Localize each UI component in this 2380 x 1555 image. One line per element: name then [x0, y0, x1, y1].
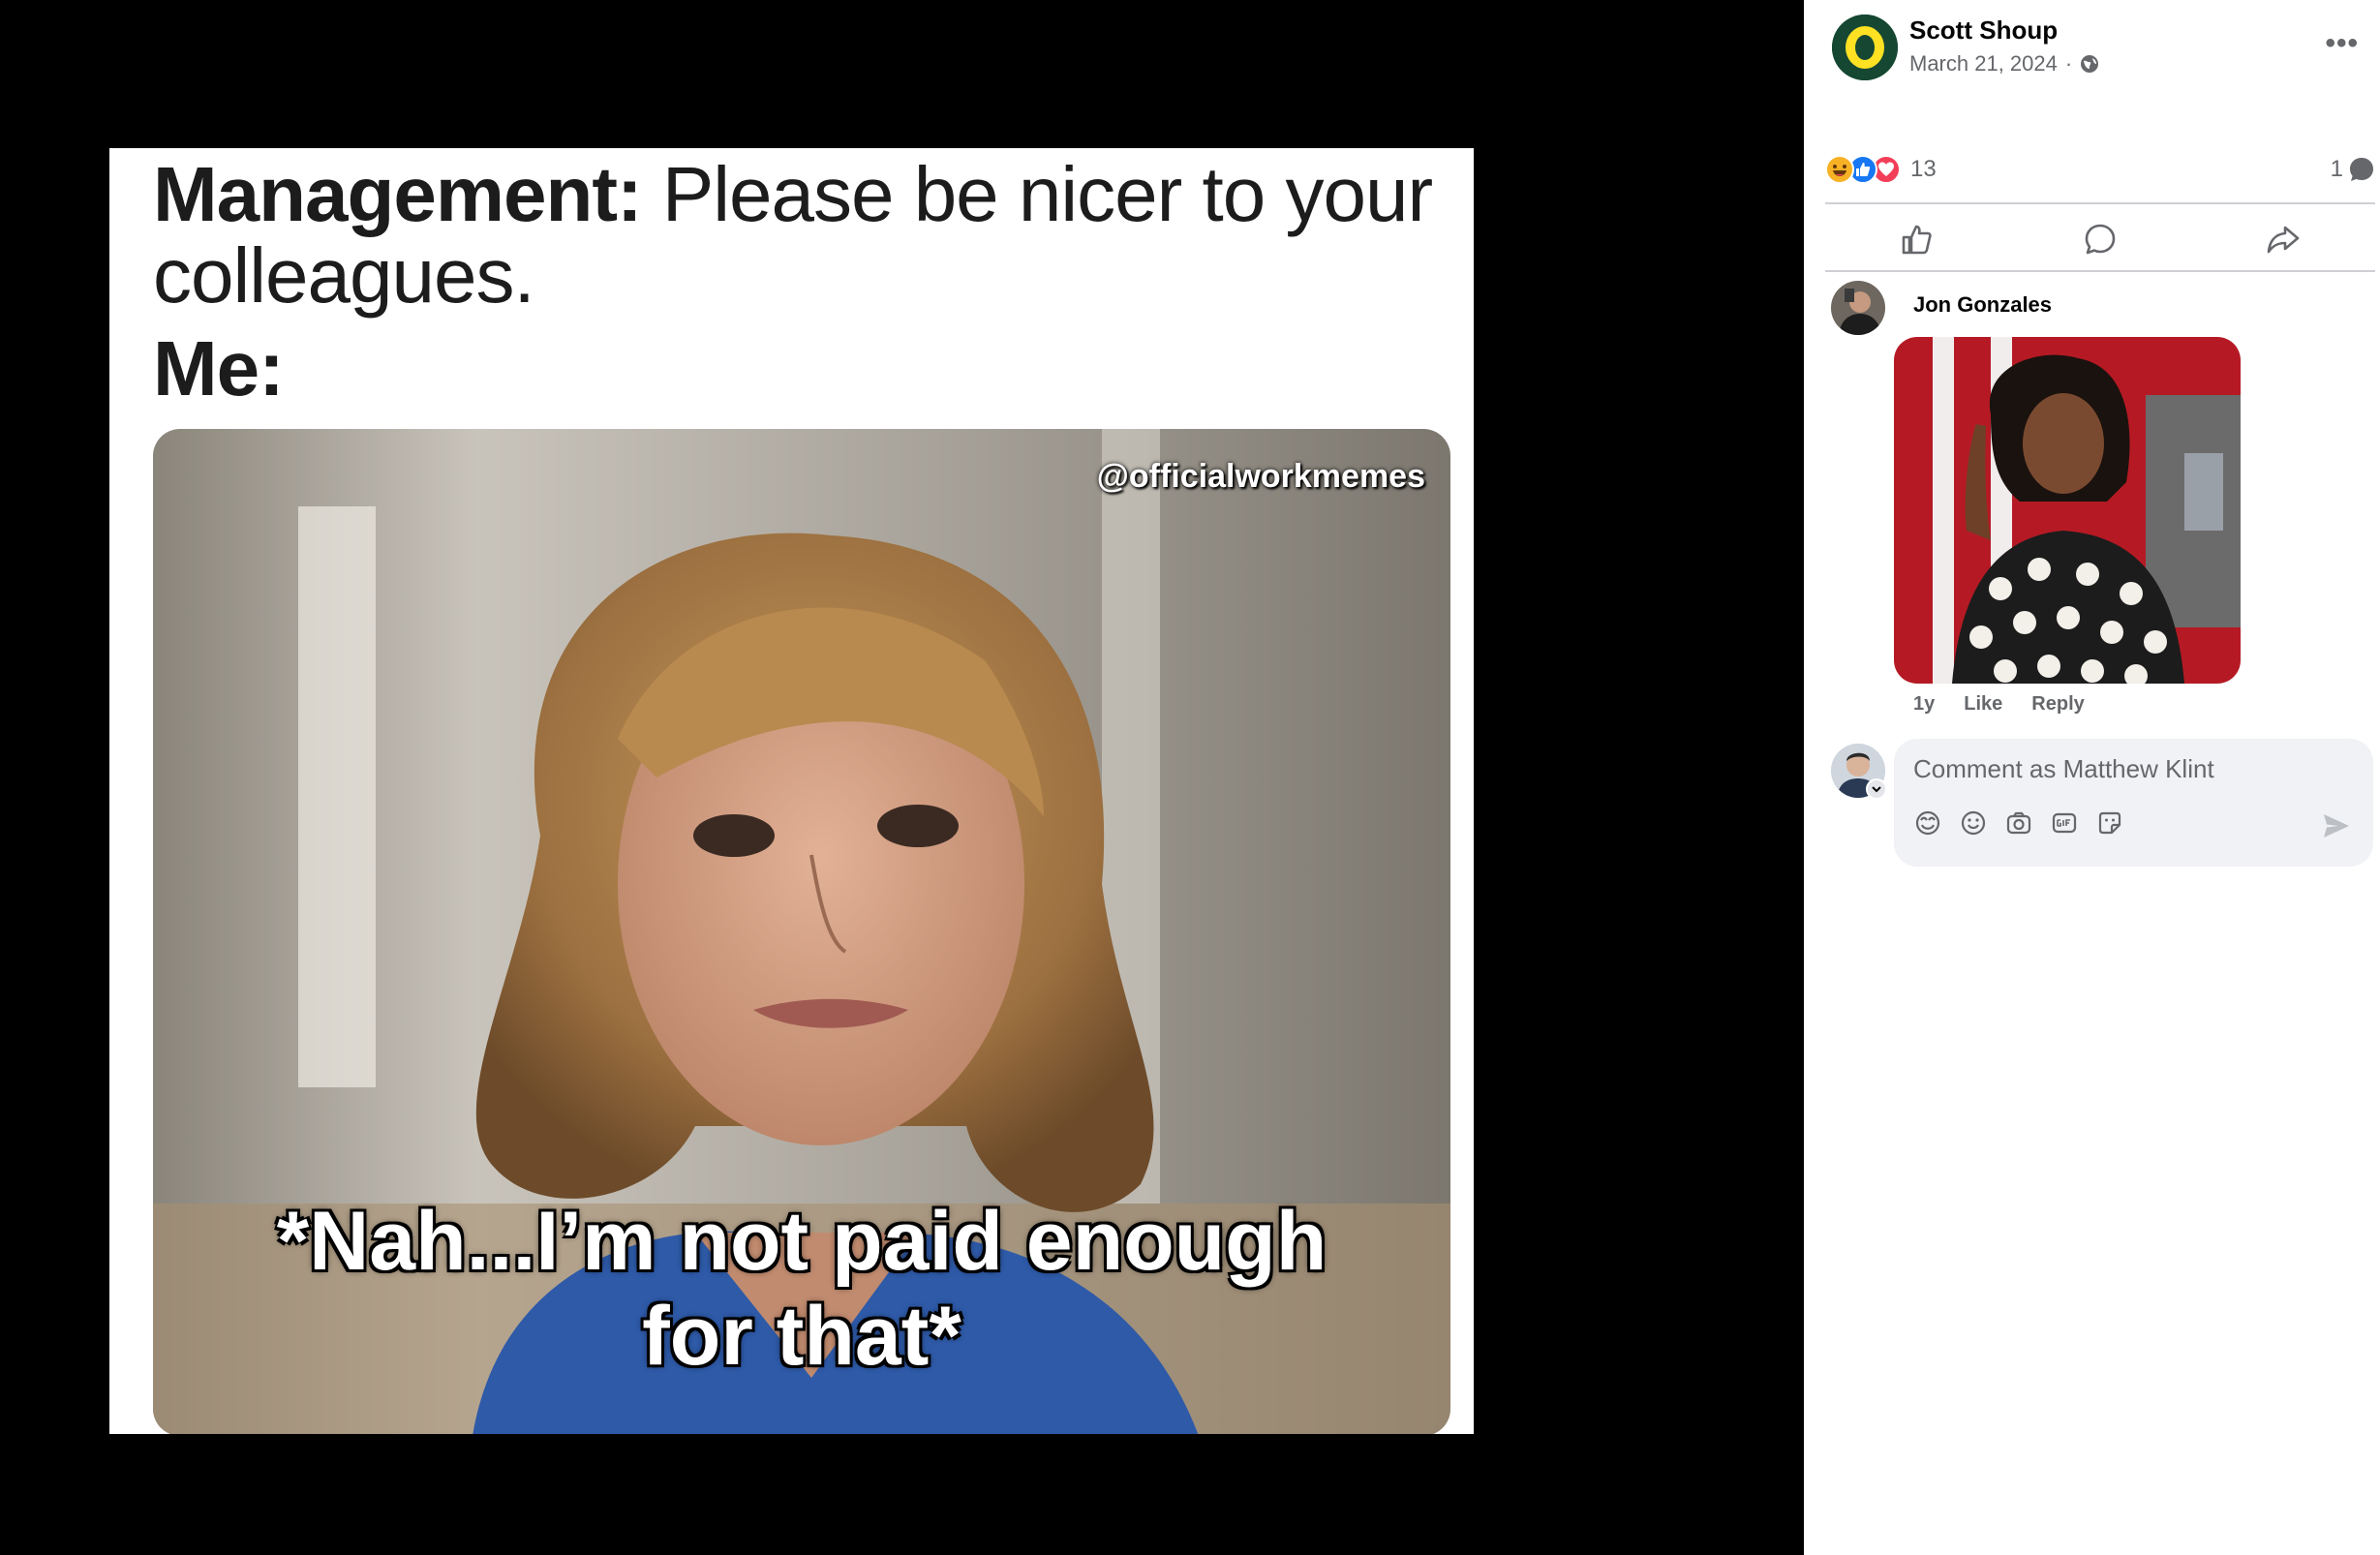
- post-date[interactable]: March 21, 2024: [1909, 51, 2058, 76]
- gif-icon[interactable]: [2050, 808, 2079, 838]
- comment-count[interactable]: 1: [2331, 155, 2376, 184]
- post-side-panel: Scott Shoup March 21, 2024 · ••• 13 1 Jo…: [1804, 0, 2380, 1555]
- meme-caption: *Nah...I’m not paid enough for that*: [153, 1194, 1450, 1384]
- commenter-name[interactable]: Jon Gonzales: [1913, 292, 2052, 318]
- post-meta: March 21, 2024 ·: [1909, 51, 2099, 76]
- author-avatar[interactable]: [1832, 15, 1898, 80]
- emoji-icon[interactable]: [1959, 808, 1988, 838]
- meme-line-colleagues: colleagues.: [153, 232, 535, 319]
- comment-reply-link[interactable]: Reply: [2031, 693, 2084, 716]
- comment-actions: 1y Like Reply: [1913, 693, 2085, 716]
- comment-time[interactable]: 1y: [1913, 693, 1935, 716]
- post-author-name[interactable]: Scott Shoup: [1909, 15, 2058, 46]
- share-icon: [2268, 226, 2300, 254]
- comment-bubble-icon: [2350, 158, 2373, 181]
- divider: [1825, 270, 2375, 272]
- like-button[interactable]: [1888, 210, 1946, 268]
- sticker-icon[interactable]: [2095, 808, 2124, 838]
- meme-image: Management: Please be nicer to your coll…: [109, 148, 1474, 1434]
- reaction-summary[interactable]: 13: [1825, 155, 1937, 184]
- comment-like-link[interactable]: Like: [1964, 693, 2002, 716]
- comment-count-value: 1: [2330, 156, 2343, 182]
- like-icon: [1902, 225, 1932, 255]
- comment-gif[interactable]: [1894, 337, 2241, 684]
- haha-icon: [1825, 155, 1854, 184]
- share-button[interactable]: [2254, 210, 2312, 268]
- comment-composer: [1894, 739, 2373, 867]
- meme-caption-line1: *Nah...I’m not paid enough: [276, 1195, 1327, 1288]
- post-action-bar: [1825, 207, 2375, 271]
- comment-icon: [2085, 224, 2116, 255]
- photo-viewer-stage: Management: Please be nicer to your coll…: [0, 0, 1804, 1555]
- comment-button[interactable]: [2071, 210, 2129, 268]
- meta-separator: ·: [2064, 51, 2073, 76]
- meme-photo: @officialworkmemes *Nah...I’m not paid e…: [153, 429, 1450, 1434]
- more-options-icon[interactable]: •••: [2325, 27, 2359, 60]
- divider: [1825, 202, 2375, 204]
- meme-line-me: Me:: [153, 325, 285, 412]
- send-icon[interactable]: [2321, 810, 2352, 846]
- meme-caption-line2: for that*: [642, 1290, 961, 1383]
- camera-icon[interactable]: [2004, 808, 2033, 838]
- oregon-o-logo-icon: [1832, 15, 1898, 80]
- meme-watermark: @officialworkmemes: [1096, 458, 1425, 495]
- avatar-sticker-icon[interactable]: [1913, 808, 1942, 838]
- comment-input[interactable]: [1913, 754, 2339, 784]
- globe-icon: [2081, 55, 2099, 73]
- commenter-avatar[interactable]: [1831, 281, 1885, 335]
- reaction-count: 13: [1910, 156, 1937, 182]
- meme-line-management: Management: Please be nicer to your: [153, 151, 1433, 237]
- chevron-down-icon[interactable]: [1866, 778, 1887, 800]
- composer-toolbar: [1913, 808, 2124, 838]
